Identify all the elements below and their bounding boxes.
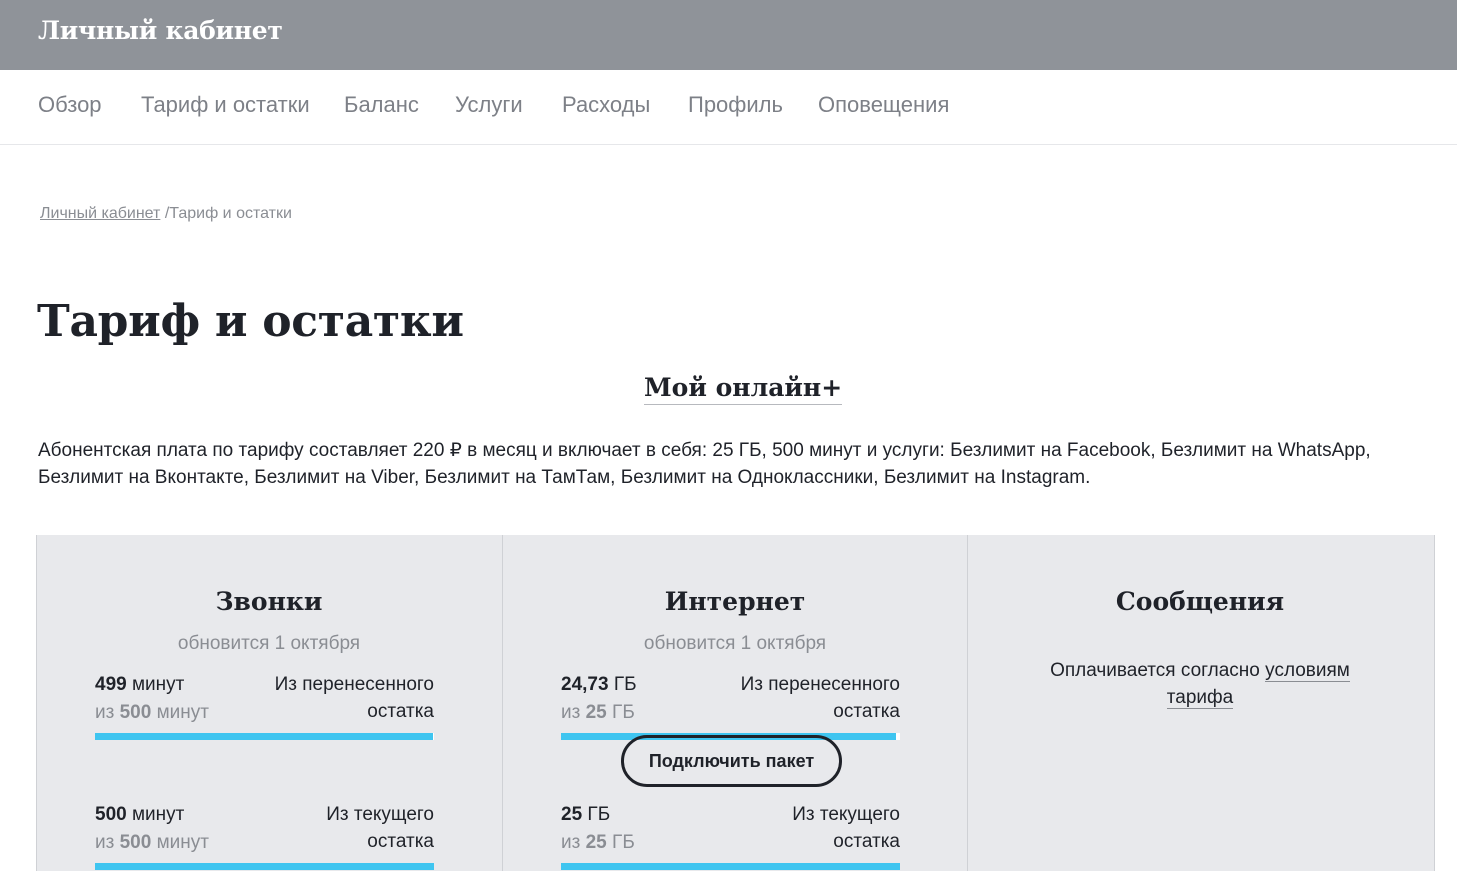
progress-fill: [561, 863, 900, 870]
total-amount: из 500 минут: [95, 702, 209, 723]
total-amount: из 25 ГБ: [561, 702, 635, 723]
source-label: Из перенесенного остатка: [274, 674, 434, 722]
progress-bar: [95, 733, 434, 740]
tariff-description: Абонентская плата по тарифу составляет 2…: [38, 440, 1371, 488]
remaining-amount: 499 минут: [95, 674, 185, 695]
connect-package-button[interactable]: Подключить пакет: [621, 735, 842, 787]
total-amount: из 25 ГБ: [561, 832, 635, 853]
nav-item-profile[interactable]: Профиль: [688, 92, 783, 118]
balance-cards: Звонки обновится 1 октября 499 минут из …: [36, 535, 1435, 871]
internet-card: Интернет обновится 1 октября 24,73 ГБ из…: [502, 535, 967, 871]
tariff-name-link[interactable]: Мой онлайн+: [644, 373, 843, 405]
main-nav: Обзор Тариф и остатки Баланс Услуги Расх…: [0, 70, 1457, 145]
calls-row-carried: 499 минут из 500 минут Из перенесенного о…: [95, 671, 434, 740]
progress-fill: [95, 733, 434, 740]
internet-row-current: 25 ГБ из 25 ГБ Из текущего остатка: [561, 801, 900, 870]
nav-item-expenses[interactable]: Расходы: [562, 92, 650, 118]
messages-description: Оплачивается согласно условиям тарифа: [1050, 660, 1350, 709]
progress-bar: [561, 863, 900, 870]
nav-item-notifications[interactable]: Оповещения: [818, 92, 949, 118]
nav-item-overview[interactable]: Обзор: [38, 92, 102, 118]
tariff-terms-link[interactable]: условиям: [1265, 660, 1350, 682]
tariff-terms-link-cont[interactable]: тарифа: [1166, 687, 1234, 709]
page-title: Тариф и остатки: [37, 296, 464, 347]
source-label: Из текущего остатка: [792, 804, 900, 852]
breadcrumb-current: Тариф и остатки: [169, 205, 292, 222]
internet-card-title: Интернет: [664, 587, 806, 616]
remaining-amount: 500 минут: [95, 804, 185, 825]
nav-item-services[interactable]: Услуги: [455, 92, 523, 118]
internet-card-subtitle: обновится 1 октября: [643, 633, 827, 654]
breadcrumb-root-link[interactable]: Личный кабинет: [40, 205, 160, 222]
messages-card-title: Сообщения: [1115, 587, 1285, 616]
calls-card-subtitle: обновится 1 октября: [177, 633, 361, 654]
nav-item-balance[interactable]: Баланс: [344, 92, 419, 118]
breadcrumb: Личный кабинет /Тариф и остатки: [40, 205, 292, 223]
total-amount: из 500 минут: [95, 832, 209, 853]
header-bar: Личный кабинет: [0, 0, 1457, 70]
remaining-amount: 24,73 ГБ: [561, 674, 637, 695]
remaining-amount: 25 ГБ: [561, 804, 611, 825]
source-label: Из перенесенного остатка: [740, 674, 900, 722]
calls-card-title: Звонки: [215, 587, 323, 616]
nav-item-tariff[interactable]: Тариф и остатки: [141, 92, 310, 118]
messages-card: Сообщения Оплачивается согласно условиям…: [967, 535, 1432, 871]
brand-title[interactable]: Личный кабинет: [38, 16, 283, 45]
source-label: Из текущего остатка: [326, 804, 434, 852]
internet-row-carried: 24,73 ГБ из 25 ГБ Из перенесенного остатк…: [561, 671, 900, 740]
progress-bar: [95, 863, 434, 870]
calls-row-current: 500 минут из 500 минут Из текущего остатк…: [95, 801, 434, 870]
calls-card: Звонки обновится 1 октября 499 минут из …: [37, 535, 501, 871]
progress-fill: [95, 863, 434, 870]
